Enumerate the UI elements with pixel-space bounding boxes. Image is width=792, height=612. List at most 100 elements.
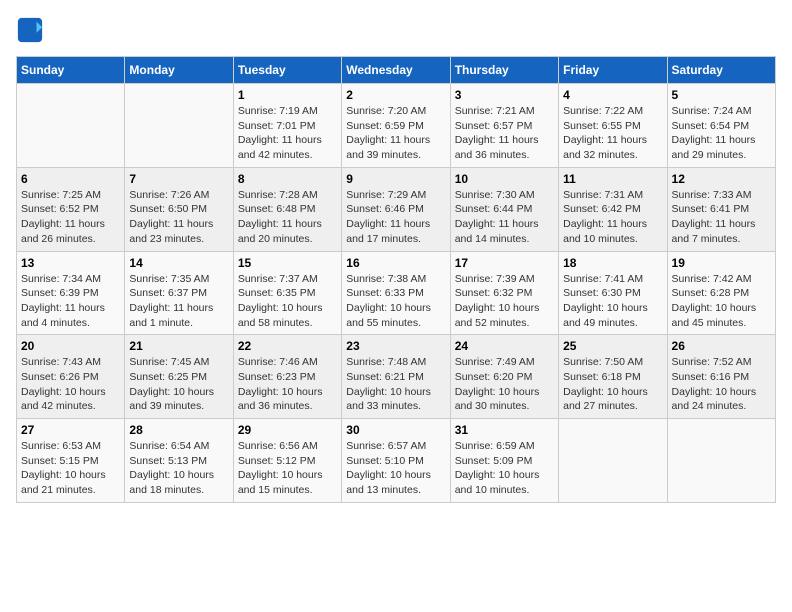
day-info: Sunrise: 7:31 AM Sunset: 6:42 PM Dayligh… xyxy=(563,188,662,247)
day-number: 27 xyxy=(21,423,120,437)
calendar-week-row: 6 Sunrise: 7:25 AM Sunset: 6:52 PM Daylig… xyxy=(17,167,776,251)
weekday-header-friday: Friday xyxy=(559,57,667,84)
calendar-cell: 6 Sunrise: 7:25 AM Sunset: 6:52 PM Daylig… xyxy=(17,167,125,251)
calendar-cell xyxy=(125,84,233,168)
calendar-cell: 24 Sunrise: 7:49 AM Sunset: 6:20 PM Dayli… xyxy=(450,335,558,419)
day-number: 16 xyxy=(346,256,445,270)
day-info: Sunrise: 7:34 AM Sunset: 6:39 PM Dayligh… xyxy=(21,272,120,331)
calendar-cell xyxy=(559,419,667,503)
calendar-cell: 25 Sunrise: 7:50 AM Sunset: 6:18 PM Dayli… xyxy=(559,335,667,419)
day-number: 24 xyxy=(455,339,554,353)
day-number: 25 xyxy=(563,339,662,353)
calendar-table: SundayMondayTuesdayWednesdayThursdayFrid… xyxy=(16,56,776,503)
day-info: Sunrise: 6:53 AM Sunset: 5:15 PM Dayligh… xyxy=(21,439,120,498)
day-number: 4 xyxy=(563,88,662,102)
calendar-cell: 5 Sunrise: 7:24 AM Sunset: 6:54 PM Daylig… xyxy=(667,84,775,168)
day-number: 29 xyxy=(238,423,337,437)
weekday-header-thursday: Thursday xyxy=(450,57,558,84)
calendar-cell: 18Sunrise: 7:41 AM Sunset: 6:30 PM Dayli… xyxy=(559,251,667,335)
calendar-cell: 23 Sunrise: 7:48 AM Sunset: 6:21 PM Dayli… xyxy=(342,335,450,419)
day-info: Sunrise: 7:42 AM Sunset: 6:28 PM Dayligh… xyxy=(672,272,771,331)
day-number: 28 xyxy=(129,423,228,437)
day-number: 7 xyxy=(129,172,228,186)
day-info: Sunrise: 6:54 AM Sunset: 5:13 PM Dayligh… xyxy=(129,439,228,498)
day-info: Sunrise: 7:45 AM Sunset: 6:25 PM Dayligh… xyxy=(129,355,228,414)
day-info: Sunrise: 7:52 AM Sunset: 6:16 PM Dayligh… xyxy=(672,355,771,414)
calendar-cell xyxy=(17,84,125,168)
day-number: 19 xyxy=(672,256,771,270)
day-number: 14 xyxy=(129,256,228,270)
calendar-week-row: 27 Sunrise: 6:53 AM Sunset: 5:15 PM Dayli… xyxy=(17,419,776,503)
day-number: 21 xyxy=(129,339,228,353)
calendar-cell: 10 Sunrise: 7:30 AM Sunset: 6:44 PM Dayli… xyxy=(450,167,558,251)
day-number: 6 xyxy=(21,172,120,186)
day-number: 5 xyxy=(672,88,771,102)
calendar-cell: 12 Sunrise: 7:33 AM Sunset: 6:41 PM Dayli… xyxy=(667,167,775,251)
calendar-cell: 1Sunrise: 7:19 AM Sunset: 7:01 PM Daylig… xyxy=(233,84,341,168)
calendar-cell: 30Sunrise: 6:57 AM Sunset: 5:10 PM Dayli… xyxy=(342,419,450,503)
calendar-cell: 7 Sunrise: 7:26 AM Sunset: 6:50 PM Daylig… xyxy=(125,167,233,251)
day-info: Sunrise: 6:57 AM Sunset: 5:10 PM Dayligh… xyxy=(346,439,445,498)
day-number: 11 xyxy=(563,172,662,186)
calendar-cell: 11 Sunrise: 7:31 AM Sunset: 6:42 PM Dayli… xyxy=(559,167,667,251)
day-info: Sunrise: 7:30 AM Sunset: 6:44 PM Dayligh… xyxy=(455,188,554,247)
day-info: Sunrise: 7:21 AM Sunset: 6:57 PM Dayligh… xyxy=(455,104,554,163)
weekday-header-row: SundayMondayTuesdayWednesdayThursdayFrid… xyxy=(17,57,776,84)
calendar-cell: 17Sunrise: 7:39 AM Sunset: 6:32 PM Dayli… xyxy=(450,251,558,335)
logo xyxy=(16,16,48,44)
weekday-header-monday: Monday xyxy=(125,57,233,84)
day-info: Sunrise: 7:38 AM Sunset: 6:33 PM Dayligh… xyxy=(346,272,445,331)
calendar-cell: 14 Sunrise: 7:35 AM Sunset: 6:37 PM Dayli… xyxy=(125,251,233,335)
weekday-header-wednesday: Wednesday xyxy=(342,57,450,84)
day-number: 26 xyxy=(672,339,771,353)
day-number: 9 xyxy=(346,172,445,186)
day-number: 10 xyxy=(455,172,554,186)
day-number: 23 xyxy=(346,339,445,353)
calendar-cell: 4 Sunrise: 7:22 AM Sunset: 6:55 PM Daylig… xyxy=(559,84,667,168)
calendar-cell: 8Sunrise: 7:28 AM Sunset: 6:48 PM Daylig… xyxy=(233,167,341,251)
day-info: Sunrise: 6:56 AM Sunset: 5:12 PM Dayligh… xyxy=(238,439,337,498)
calendar-week-row: 13Sunrise: 7:34 AM Sunset: 6:39 PM Dayli… xyxy=(17,251,776,335)
day-number: 2 xyxy=(346,88,445,102)
day-info: Sunrise: 7:22 AM Sunset: 6:55 PM Dayligh… xyxy=(563,104,662,163)
logo-icon xyxy=(16,16,44,44)
day-number: 8 xyxy=(238,172,337,186)
calendar-cell: 31 Sunrise: 6:59 AM Sunset: 5:09 PM Dayli… xyxy=(450,419,558,503)
calendar-cell: 22 Sunrise: 7:46 AM Sunset: 6:23 PM Dayli… xyxy=(233,335,341,419)
day-info: Sunrise: 6:59 AM Sunset: 5:09 PM Dayligh… xyxy=(455,439,554,498)
day-info: Sunrise: 7:43 AM Sunset: 6:26 PM Dayligh… xyxy=(21,355,120,414)
calendar-cell: 28 Sunrise: 6:54 AM Sunset: 5:13 PM Dayli… xyxy=(125,419,233,503)
day-info: Sunrise: 7:49 AM Sunset: 6:20 PM Dayligh… xyxy=(455,355,554,414)
day-info: Sunrise: 7:50 AM Sunset: 6:18 PM Dayligh… xyxy=(563,355,662,414)
day-info: Sunrise: 7:20 AM Sunset: 6:59 PM Dayligh… xyxy=(346,104,445,163)
day-number: 20 xyxy=(21,339,120,353)
day-number: 12 xyxy=(672,172,771,186)
day-info: Sunrise: 7:35 AM Sunset: 6:37 PM Dayligh… xyxy=(129,272,228,331)
day-info: Sunrise: 7:33 AM Sunset: 6:41 PM Dayligh… xyxy=(672,188,771,247)
calendar-cell: 27 Sunrise: 6:53 AM Sunset: 5:15 PM Dayli… xyxy=(17,419,125,503)
day-info: Sunrise: 7:24 AM Sunset: 6:54 PM Dayligh… xyxy=(672,104,771,163)
weekday-header-tuesday: Tuesday xyxy=(233,57,341,84)
calendar-cell xyxy=(667,419,775,503)
day-number: 31 xyxy=(455,423,554,437)
page-header xyxy=(16,16,776,44)
calendar-cell: 26 Sunrise: 7:52 AM Sunset: 6:16 PM Dayli… xyxy=(667,335,775,419)
calendar-cell: 3 Sunrise: 7:21 AM Sunset: 6:57 PM Daylig… xyxy=(450,84,558,168)
day-info: Sunrise: 7:25 AM Sunset: 6:52 PM Dayligh… xyxy=(21,188,120,247)
day-number: 22 xyxy=(238,339,337,353)
day-info: Sunrise: 7:26 AM Sunset: 6:50 PM Dayligh… xyxy=(129,188,228,247)
day-number: 3 xyxy=(455,88,554,102)
day-info: Sunrise: 7:39 AM Sunset: 6:32 PM Dayligh… xyxy=(455,272,554,331)
day-number: 15 xyxy=(238,256,337,270)
day-info: Sunrise: 7:46 AM Sunset: 6:23 PM Dayligh… xyxy=(238,355,337,414)
day-info: Sunrise: 7:37 AM Sunset: 6:35 PM Dayligh… xyxy=(238,272,337,331)
weekday-header-sunday: Sunday xyxy=(17,57,125,84)
day-number: 1 xyxy=(238,88,337,102)
calendar-week-row: 1Sunrise: 7:19 AM Sunset: 7:01 PM Daylig… xyxy=(17,84,776,168)
calendar-week-row: 20 Sunrise: 7:43 AM Sunset: 6:26 PM Dayli… xyxy=(17,335,776,419)
day-info: Sunrise: 7:48 AM Sunset: 6:21 PM Dayligh… xyxy=(346,355,445,414)
calendar-cell: 19 Sunrise: 7:42 AM Sunset: 6:28 PM Dayli… xyxy=(667,251,775,335)
calendar-cell: 16 Sunrise: 7:38 AM Sunset: 6:33 PM Dayli… xyxy=(342,251,450,335)
day-info: Sunrise: 7:41 AM Sunset: 6:30 PM Dayligh… xyxy=(563,272,662,331)
calendar-cell: 20 Sunrise: 7:43 AM Sunset: 6:26 PM Dayli… xyxy=(17,335,125,419)
